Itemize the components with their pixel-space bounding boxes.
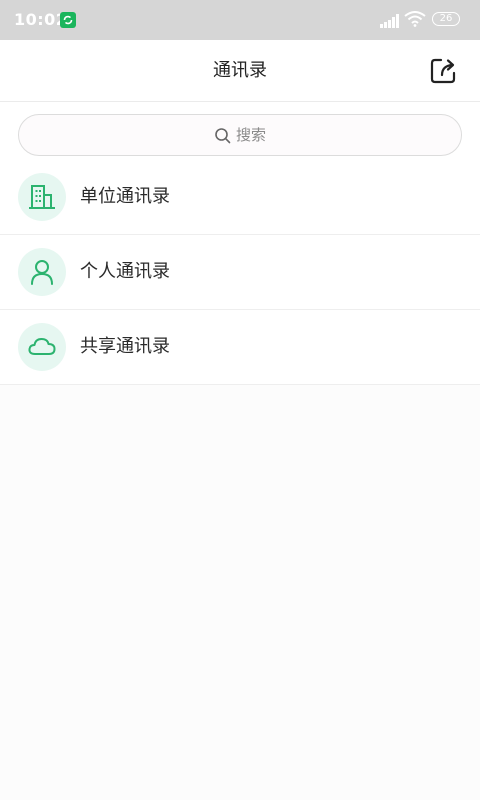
person-icon — [18, 248, 66, 296]
search-icon — [214, 127, 232, 149]
status-bar: 10:02 26 — [0, 0, 480, 40]
list-item-label: 共享通讯录 — [80, 336, 170, 357]
list-item-label: 个人通讯录 — [80, 261, 170, 282]
battery-icon: 26 — [432, 12, 460, 26]
battery-level: 26 — [439, 13, 453, 24]
search-placeholder: 搜索 — [236, 126, 267, 144]
contacts-menu-list: 单位通讯录 个人通讯录 共享通讯录 — [0, 160, 480, 385]
app-header: 通讯录 — [0, 40, 480, 102]
search-input[interactable]: 搜索 — [18, 114, 462, 156]
building-icon — [18, 173, 66, 221]
cloud-icon — [18, 323, 66, 371]
search-bar-area: 搜索 — [0, 102, 480, 166]
signal-icon — [380, 13, 400, 32]
page-title: 通讯录 — [213, 60, 267, 81]
wifi-icon — [404, 11, 426, 31]
list-item-unit-contacts[interactable]: 单位通讯录 — [0, 160, 480, 235]
list-item-shared-contacts[interactable]: 共享通讯录 — [0, 310, 480, 385]
list-item-personal-contacts[interactable]: 个人通讯录 — [0, 235, 480, 310]
list-item-label: 单位通讯录 — [80, 186, 170, 207]
share-export-icon — [430, 58, 456, 84]
app-notification-icon — [60, 12, 76, 28]
share-button[interactable] — [428, 56, 458, 86]
